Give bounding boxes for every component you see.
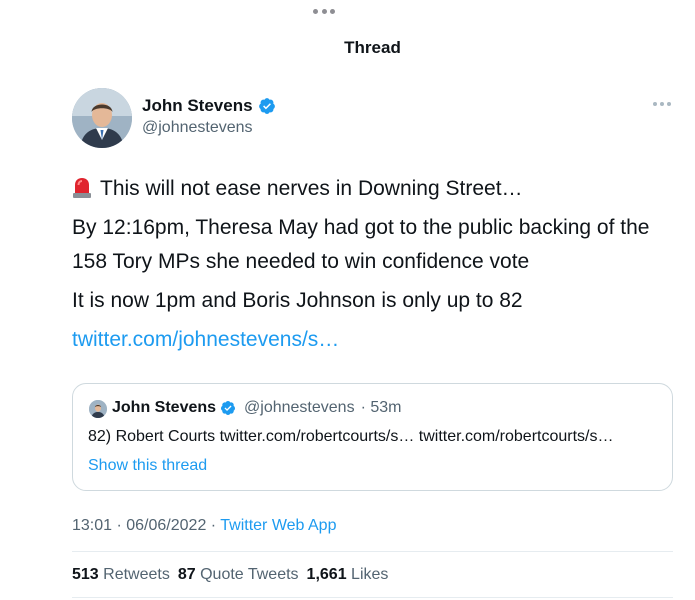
tweet-meta: 13:01 · 06/06/2022 · Twitter Web App xyxy=(72,517,336,535)
quoted-tweet-card[interactable]: John Stevens @johnestevens · 53m 82) Rob… xyxy=(72,383,673,491)
verified-badge-icon xyxy=(258,98,275,114)
verified-badge-icon xyxy=(221,401,236,415)
tweet-line-2: By 12:16pm, Theresa May had got to the p… xyxy=(72,216,650,273)
tweet-timestamp[interactable]: 13:01 · 06/06/2022 · xyxy=(72,517,220,534)
header: Thread xyxy=(0,38,695,58)
author-handle[interactable]: @johnestevens xyxy=(142,119,253,137)
siren-emoji-icon xyxy=(73,178,91,198)
author-name[interactable]: John Stevens xyxy=(142,96,253,116)
divider xyxy=(72,551,673,552)
tweet-link[interactable]: twitter.com/johnestevens/s… xyxy=(72,328,339,351)
quote-text: 82) Robert Courts twitter.com/robertcour… xyxy=(88,428,614,445)
show-thread-link[interactable]: Show this thread xyxy=(88,457,207,475)
more-options-icon[interactable] xyxy=(653,102,671,106)
author-avatar[interactable] xyxy=(72,88,132,148)
likes-stat[interactable]: 1,661 Likes xyxy=(307,566,389,584)
retweets-stat[interactable]: 513 Retweets xyxy=(72,566,170,584)
divider xyxy=(72,597,673,598)
quote-author-avatar[interactable] xyxy=(89,400,107,418)
quote-author-name[interactable]: John Stevens xyxy=(112,399,216,417)
tweet-source-app[interactable]: Twitter Web App xyxy=(220,517,336,534)
author-name-row[interactable]: John Stevens xyxy=(142,96,276,116)
tweet-line-3: It is now 1pm and Boris Johnson is only … xyxy=(72,289,523,312)
quote-tweets-stat[interactable]: 87 Quote Tweets xyxy=(178,566,299,584)
quote-author-handle[interactable]: @johnestevens xyxy=(244,399,355,417)
tweet-line-1: This will not ease nerves in Downing Str… xyxy=(72,172,672,206)
sheet-grabber[interactable] xyxy=(313,9,335,15)
tweet-text: This will not ease nerves in Downing Str… xyxy=(72,172,672,362)
quote-header: John Stevens @johnestevens · 53m xyxy=(112,399,401,417)
quote-time: · 53m xyxy=(360,399,402,416)
page-title: Thread xyxy=(344,38,401,57)
engagement-stats: 513 Retweets 87 Quote Tweets 1,661 Likes xyxy=(72,566,388,584)
